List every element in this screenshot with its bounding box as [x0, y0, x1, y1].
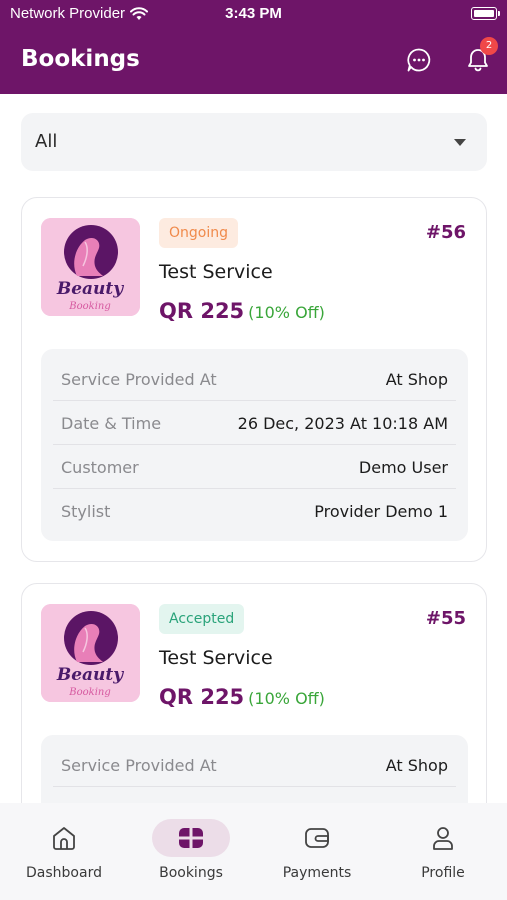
status-filter-dropdown[interactable]: All	[21, 113, 487, 171]
status-badge: Ongoing	[159, 218, 238, 248]
discount: (10% Off)	[248, 303, 325, 322]
battery-icon	[471, 7, 500, 20]
chat-icon	[407, 48, 431, 72]
detail-value: At Shop	[385, 756, 448, 775]
app-header: Network Provider 3:43 PM Bookings 2	[0, 0, 507, 94]
service-name: Test Service	[159, 647, 273, 669]
nav-icon-wrap	[404, 819, 482, 857]
logo-text-beauty: Beauty	[56, 279, 124, 299]
detail-label: Service Provided At	[61, 756, 217, 775]
service-logo: Beauty Booking	[41, 604, 140, 702]
chat-button[interactable]	[405, 46, 433, 74]
nav-item-dashboard[interactable]: Dashboard	[9, 819, 119, 889]
detail-label: Stylist	[61, 502, 111, 521]
nav-label: Dashboard	[26, 865, 102, 881]
service-logo: Beauty Booking	[41, 218, 140, 316]
detail-row: Service Provided At At Shop	[53, 357, 456, 401]
wallet-icon	[305, 828, 329, 848]
nav-label: Bookings	[159, 865, 223, 881]
booking-details: Service Provided At At Shop Date & Time …	[41, 349, 468, 541]
page-title: Bookings	[21, 46, 140, 72]
detail-row: Service Provided At At Shop	[53, 743, 456, 787]
nav-icon-wrap	[278, 819, 356, 857]
detail-row: Customer Demo User	[53, 445, 456, 489]
logo-text-beauty: Beauty	[56, 665, 124, 685]
service-name: Test Service	[159, 261, 273, 283]
price-line: QR 225 (10% Off)	[159, 685, 325, 709]
detail-value: At Shop	[385, 370, 448, 389]
booking-card[interactable]: Beauty Booking Ongoing #56 Test Service …	[21, 197, 487, 562]
nav-item-payments[interactable]: Payments	[262, 819, 372, 889]
bottom-nav: Dashboard Bookings Payments Profile	[0, 803, 507, 900]
profile-icon	[433, 827, 453, 850]
booking-id: #55	[425, 608, 466, 629]
detail-label: Date & Time	[61, 414, 162, 433]
logo-text-booking: Booking	[68, 301, 111, 312]
caret-down-icon	[454, 139, 466, 146]
detail-value: Provider Demo 1	[314, 502, 448, 521]
home-icon	[53, 827, 75, 850]
status-bar: Network Provider 3:43 PM	[0, 0, 507, 28]
filter-selected-value: All	[35, 131, 58, 152]
detail-row: Date & Time 26 Dec, 2023 At 10:18 AM	[53, 401, 456, 445]
detail-row: Stylist Provider Demo 1	[53, 489, 456, 533]
nav-label: Payments	[282, 865, 352, 881]
detail-label: Service Provided At	[61, 370, 217, 389]
price-line: QR 225 (10% Off)	[159, 299, 325, 323]
nav-item-bookings[interactable]: Bookings	[136, 819, 246, 889]
logo-text-booking: Booking	[68, 687, 111, 698]
nav-icon-wrap	[25, 819, 103, 857]
nav-icon-wrap	[152, 819, 230, 857]
detail-label: Customer	[61, 458, 139, 477]
price: QR 225	[159, 685, 245, 709]
notifications-button[interactable]: 2	[464, 37, 498, 74]
nav-label: Profile	[421, 865, 465, 881]
status-badge: Accepted	[159, 604, 245, 634]
bookings-icon	[179, 828, 203, 848]
notification-badge: 2	[480, 37, 498, 55]
nav-item-profile[interactable]: Profile	[388, 819, 498, 889]
discount: (10% Off)	[248, 689, 325, 708]
price: QR 225	[159, 299, 245, 323]
detail-value: Demo User	[358, 458, 448, 477]
clock: 3:43 PM	[225, 5, 282, 22]
booking-id: #56	[425, 222, 466, 243]
detail-value: 26 Dec, 2023 At 10:18 AM	[237, 414, 448, 433]
